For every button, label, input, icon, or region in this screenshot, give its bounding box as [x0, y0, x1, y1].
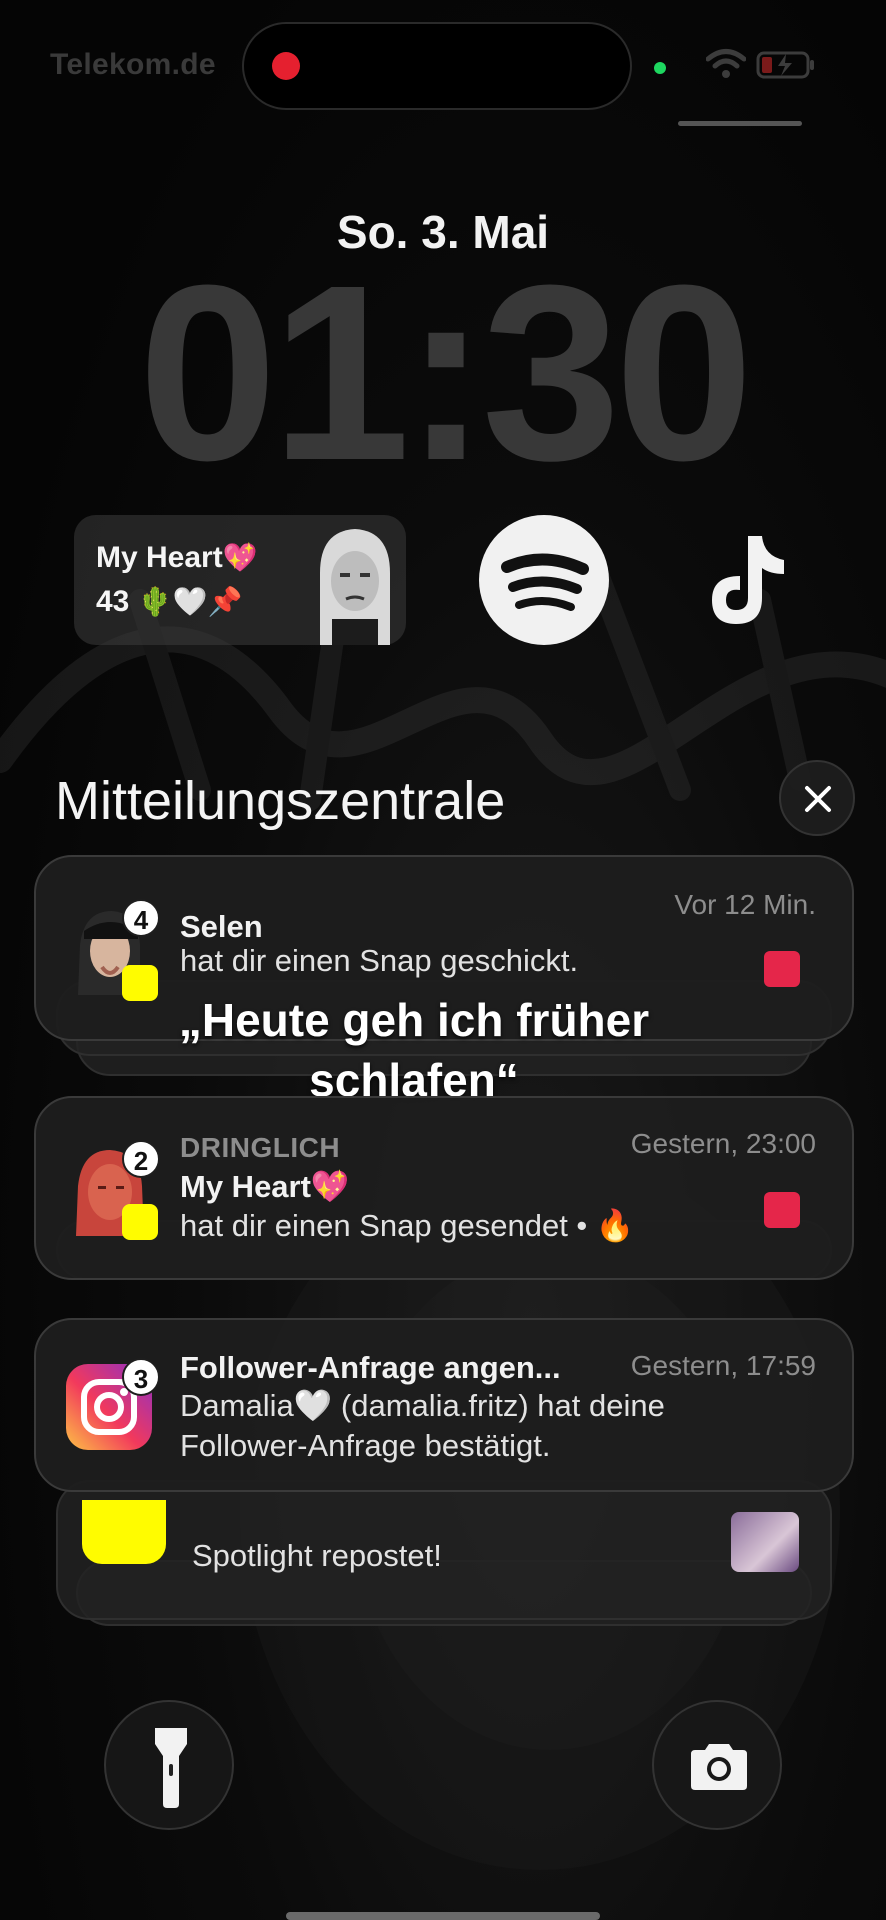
wifi-icon: [706, 49, 746, 78]
camera-button[interactable]: [652, 1700, 782, 1830]
lock-screen: Telekom.de So. 3. Mai 01:30 My Heart💖 43…: [0, 0, 886, 1920]
snap-indicator-icon: [764, 1192, 800, 1228]
widget-title-emoji: 💖: [222, 542, 258, 573]
camera-in-use-indicator-icon: [654, 62, 666, 74]
notification-card[interactable]: 3 Gestern, 17:59 Follower-Anfrage angen.…: [34, 1318, 854, 1492]
notification-time: Vor 12 Min.: [674, 889, 816, 920]
urgent-label: DRINGLICH: [180, 1132, 341, 1163]
close-icon: [805, 786, 831, 812]
close-notifications-button[interactable]: [779, 760, 855, 836]
control-center-hint[interactable]: [678, 121, 802, 126]
recording-indicator-icon: [272, 52, 300, 80]
spotify-widget[interactable]: [479, 515, 609, 645]
bitmoji-avatar-icon: [320, 529, 390, 645]
snapchat-icon: [122, 1204, 158, 1240]
notification-body-line-2: Follower-Anfrage bestätigt.: [180, 1428, 551, 1463]
tiktok-icon[interactable]: [700, 530, 790, 630]
notification-count-badge: 2: [122, 1140, 160, 1178]
caption-line-1: „Heute geh ich früher: [178, 994, 650, 1046]
spotify-icon: [501, 553, 589, 611]
home-indicator[interactable]: [286, 1912, 600, 1920]
notification-title: My Heart💖: [180, 1169, 350, 1204]
streak-count: 43: [96, 585, 130, 618]
dynamic-island[interactable]: [242, 22, 632, 110]
lock-clock: 01:30: [138, 233, 753, 512]
notification-body: hat dir einen Snap gesendet • 🔥: [180, 1208, 635, 1243]
notification-card[interactable]: 2 DRINGLICH Gestern, 23:00 My Heart💖 hat…: [34, 1096, 854, 1280]
notification-card-snapchat[interactable]: [56, 1480, 832, 1620]
snapchat-streak-widget[interactable]: My Heart💖 43 🌵🤍📌: [74, 515, 406, 645]
notification-count-badge: 3: [122, 1358, 160, 1396]
notification-body-line-1: Damalia🤍 (damalia.fritz) hat deine: [180, 1388, 665, 1423]
widget-streak: 43 🌵🤍📌: [96, 585, 242, 619]
carrier-label: Telekom.de: [50, 48, 216, 81]
flashlight-icon: [155, 1728, 187, 1808]
snapchat-icon: [82, 1500, 166, 1564]
notification-body: hat dir einen Snap geschickt.: [180, 943, 579, 978]
notification-count-badge: 4: [122, 899, 160, 937]
widget-title: My Heart💖: [96, 541, 258, 575]
notification-title: Follower-Anfrage angen...: [180, 1350, 561, 1385]
widget-title-text: My Heart: [96, 541, 223, 574]
notification-time: Gestern, 23:00: [630, 1128, 816, 1159]
notification-time: Gestern, 17:59: [630, 1350, 816, 1381]
notification-center-title: Mitteilungszentrale: [55, 771, 506, 831]
streak-emojis: 🌵🤍📌: [137, 586, 243, 617]
flashlight-button[interactable]: [104, 1700, 234, 1830]
camera-icon: [691, 1744, 747, 1790]
notification-title: Selen: [180, 909, 263, 944]
spotlight-thumbnail: [731, 1512, 799, 1572]
video-caption: „Heute geh ich früher schlafen“: [4, 990, 824, 1110]
battery-charging-icon: [756, 51, 814, 79]
snap-indicator-icon: [764, 951, 800, 987]
notification-body: Spotlight repostet!: [192, 1538, 442, 1573]
